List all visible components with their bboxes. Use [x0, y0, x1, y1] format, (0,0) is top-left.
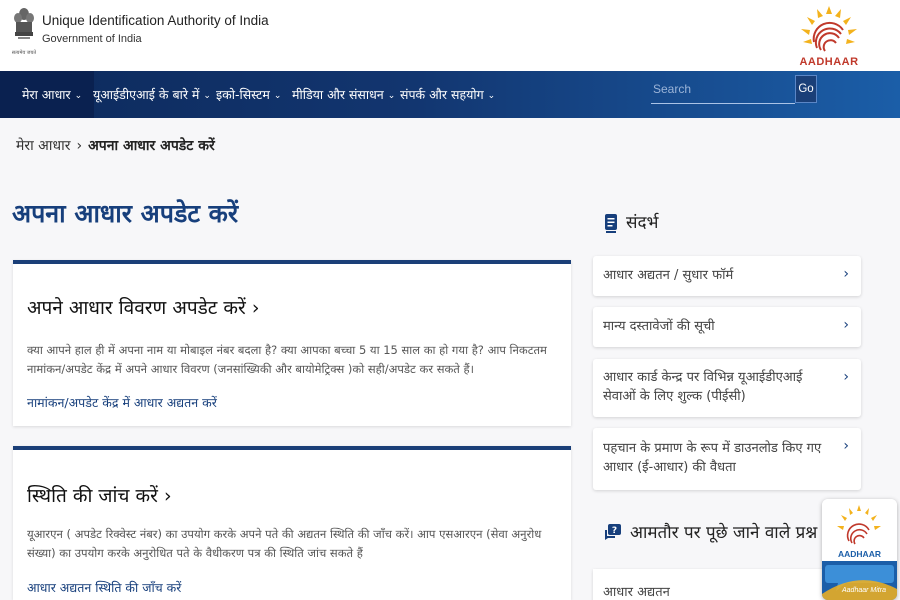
search-field-wrap [651, 76, 795, 104]
card-heading-link[interactable]: स्थिति की जांच करें › [27, 482, 172, 508]
nav-item-my-aadhaar[interactable]: मेरा आधार ⌄ [0, 71, 95, 118]
org-name: Unique Identification Authority of India [42, 13, 269, 28]
card-heading-link[interactable]: अपने आधार विवरण अपडेट करें › [27, 294, 259, 320]
aadhaar-logo-text: AADHAAR [799, 56, 859, 68]
site-header: सत्यमेव जयते Unique Identification Autho… [0, 0, 900, 71]
nav-item-ecosystem[interactable]: इको-सिस्टम ⌄ [216, 86, 281, 103]
card-description: यूआरएन ( अपडेट रिक्वेस्ट नंबर) का उपयोग … [27, 527, 542, 560]
nav-item-about-uidai[interactable]: यूआईडीएआई के बारे में ⌄ [93, 86, 211, 103]
breadcrumb-home[interactable]: मेरा आधार [16, 138, 70, 154]
reference-item-label: आधार कार्ड केन्द्र पर विभिन्न यूआईडीएआई … [603, 370, 803, 404]
svg-text:सत्यमेव जयते: सत्यमेव जयते [12, 49, 36, 56]
chevron-right-icon: › [843, 266, 849, 282]
chevron-down-icon: ⌄ [387, 91, 396, 101]
chevron-down-icon: ⌄ [487, 91, 496, 101]
reference-item-label: मान्य दस्तावेजों की सूची [603, 319, 715, 334]
check-status-card: स्थिति की जांच करें › यूआरएन ( अपडेट रिक… [13, 446, 571, 600]
svg-text:?: ? [612, 526, 617, 536]
reference-item[interactable]: आधार अद्यतन / सुधार फॉर्म › [593, 256, 861, 296]
nav-item-label: यूआईडीएआई के बारे में [93, 87, 200, 102]
chevron-right-icon: › [843, 317, 849, 333]
reference-item-label: पहचान के प्रमाण के रूप में डाउनलोड किए ग… [603, 441, 822, 475]
faq-item[interactable]: आधार अद्यतन [593, 569, 861, 600]
reference-item-label: आधार अद्यतन / सुधार फॉर्म [603, 268, 734, 283]
breadcrumb: मेरा आधार › अपना आधार अपडेट करें [16, 136, 215, 155]
reference-item[interactable]: मान्य दस्तावेजों की सूची › [593, 307, 861, 347]
faq-heading: ? आमतौर पर पूछे जाने वाले प्रश्न [604, 520, 817, 543]
org-subtitle: Government of India [42, 33, 142, 45]
card-description: क्या आपने हाल ही में अपना नाम या मोबाइल … [27, 343, 547, 376]
update-details-card: अपने आधार विवरण अपडेट करें › क्या आपने ह… [13, 260, 571, 426]
reference-item[interactable]: पहचान के प्रमाण के रूप में डाउनलोड किए ग… [593, 428, 861, 490]
references-title: संदर्भ [626, 213, 659, 233]
nav-item-label: इको-सिस्टम [216, 87, 270, 102]
chevron-down-icon: ⌄ [203, 91, 211, 101]
aadhaar-mitra-chatbot[interactable]: AADHAAR Aadhaar Mitra [822, 499, 897, 600]
chevron-down-icon: ⌄ [273, 91, 282, 101]
nav-item-media-resources[interactable]: मीडिया और संसाधन ⌄ [292, 86, 395, 103]
references-heading: संदर्भ [604, 210, 658, 233]
chevron-right-icon: › [843, 438, 849, 454]
page-title: अपना आधार अपडेट करें [12, 199, 239, 228]
nav-item-contact-support[interactable]: संपर्क और सहयोग ⌄ [400, 86, 495, 103]
check-update-status-link[interactable]: आधार अद्यतन स्थिति की जाँच करें [27, 579, 181, 596]
reference-item[interactable]: आधार कार्ड केन्द्र पर विभिन्न यूआईडीएआई … [593, 359, 861, 417]
chevron-down-icon: ⌄ [74, 91, 83, 101]
faq-chat-icon: ? [605, 524, 621, 540]
mitra-logo-text: AADHAAR [838, 549, 881, 559]
go-button[interactable]: Go [795, 75, 817, 103]
faq-title: आमतौर पर पूछे जाने वाले प्रश्न [630, 523, 818, 543]
update-at-center-link[interactable]: नामांकन/अपडेट केंद्र में आधार अद्यतन करे… [27, 394, 217, 411]
nav-item-label: मीडिया और संसाधन [292, 87, 384, 102]
breadcrumb-separator: › [76, 138, 83, 154]
mitra-label: Aadhaar Mitra [842, 587, 886, 594]
search-input[interactable] [651, 76, 795, 102]
nav-item-label: संपर्क और सहयोग [400, 87, 484, 102]
nav-item-label: मेरा आधार [22, 87, 71, 102]
document-icon [605, 214, 617, 233]
aadhaar-logo[interactable]: AADHAAR [795, 4, 863, 68]
aadhaar-sunburst-icon [801, 6, 857, 52]
chevron-right-icon: › [843, 369, 849, 385]
faq-item-label: आधार अद्यतन [603, 585, 670, 600]
breadcrumb-current: अपना आधार अपडेट करें [88, 138, 215, 154]
national-emblem-icon[interactable]: सत्यमेव जयते [12, 6, 36, 58]
